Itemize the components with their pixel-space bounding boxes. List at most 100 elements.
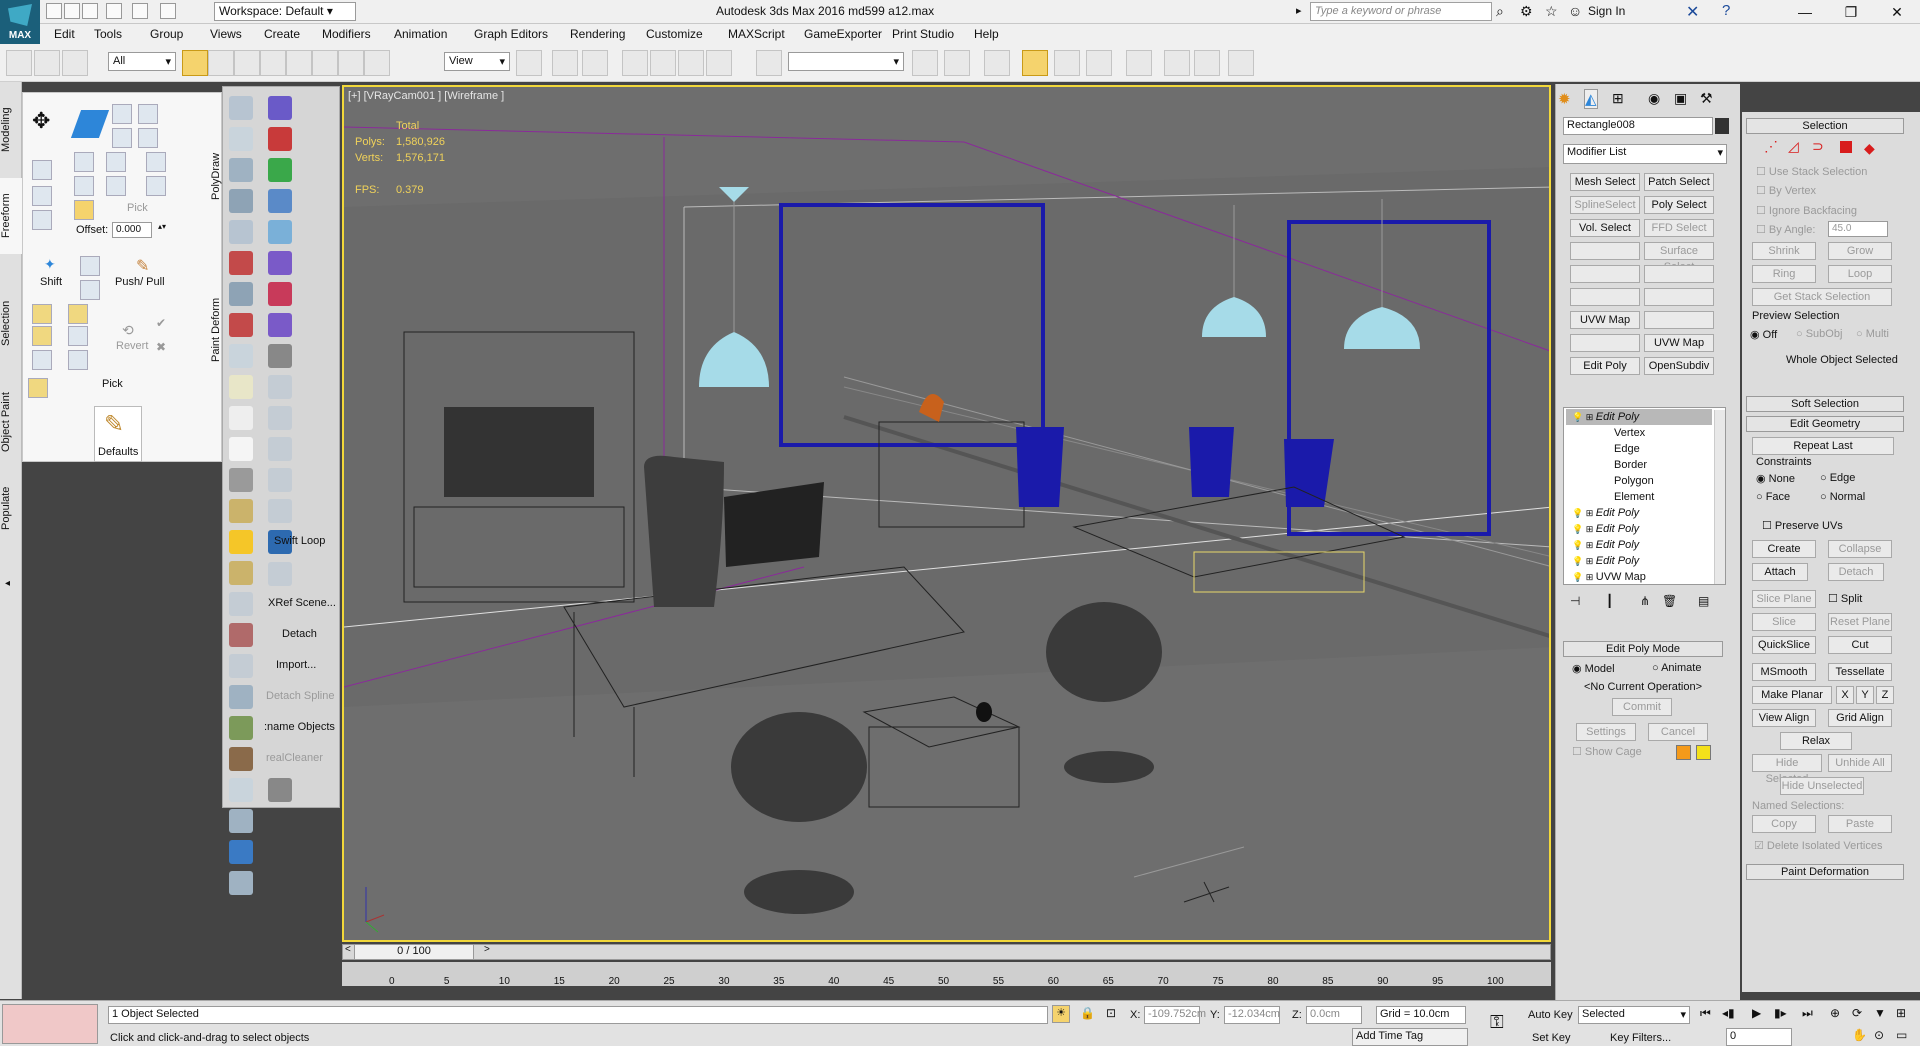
conform-target-icon[interactable] xyxy=(74,200,94,220)
strips-icon[interactable] xyxy=(74,176,94,196)
script-tool-icon[interactable] xyxy=(268,282,292,306)
element-mode-icon[interactable]: ◆ xyxy=(1864,140,1875,157)
save-file-icon[interactable] xyxy=(82,3,98,19)
object-color-swatch[interactable] xyxy=(1715,118,1729,134)
rectangle-region-icon[interactable] xyxy=(234,50,260,76)
empty-modifier-slot[interactable] xyxy=(1644,288,1714,306)
project-folder-icon[interactable] xyxy=(160,3,176,19)
toggle-ribbon-icon[interactable] xyxy=(1022,50,1048,76)
detach-script-button[interactable]: Detach xyxy=(282,628,317,640)
border-mode-icon[interactable]: ⊃ xyxy=(1812,138,1824,155)
search-expand-icon[interactable]: ▸ xyxy=(1296,4,1302,17)
use-stack-selection-checkbox[interactable]: ☐ Use Stack Selection xyxy=(1756,165,1867,178)
render-production-icon[interactable] xyxy=(1228,50,1254,76)
script-tool-icon[interactable] xyxy=(268,127,292,151)
y-coordinate-field[interactable]: -12.034cm xyxy=(1224,1006,1280,1024)
tab-populate[interactable]: Populate xyxy=(0,478,22,538)
schematic-view-icon[interactable] xyxy=(1086,50,1112,76)
modifier-list-dropdown[interactable]: Modifier List ▾ xyxy=(1563,144,1727,164)
script-tool-icon[interactable] xyxy=(268,406,292,430)
edit-named-selection-icon[interactable] xyxy=(756,50,782,76)
isolate-selection-icon[interactable]: ☀ xyxy=(1052,1005,1070,1023)
z-coordinate-field[interactable]: 0.0cm xyxy=(1306,1006,1362,1024)
app-logo[interactable]: MAX xyxy=(0,0,40,44)
stack-item[interactable]: Polygon xyxy=(1566,473,1712,489)
exchange-icon[interactable]: ✕ xyxy=(1686,2,1699,22)
zoom-extents-icon[interactable]: ⊕ xyxy=(1830,1006,1840,1020)
sphere-brush-icon[interactable] xyxy=(106,176,126,196)
unhide-all-button[interactable]: Unhide All xyxy=(1828,754,1892,772)
workspace-dropdown[interactable]: Workspace: Default ▾ xyxy=(214,2,356,21)
tab-modeling[interactable]: Modeling xyxy=(0,100,22,160)
reset-plane-button[interactable]: Reset Plane xyxy=(1828,613,1892,631)
modifier-toggle-icon[interactable]: 💡 ⊞ xyxy=(1572,412,1596,422)
time-slider-thumb[interactable]: 0 / 100 xyxy=(354,944,474,960)
script-tool-icon[interactable] xyxy=(268,499,292,523)
stack-item[interactable]: 💡 ⊞ Edit Poly xyxy=(1566,505,1712,521)
menu-help[interactable]: Help xyxy=(974,27,999,41)
script-tool-icon[interactable] xyxy=(229,375,253,399)
swift-loop-button[interactable]: Swift Loop xyxy=(274,535,325,547)
by-angle-checkbox[interactable]: ☐ By Angle: xyxy=(1756,223,1815,236)
swift-loop-icon[interactable] xyxy=(268,562,292,586)
walk-through-icon[interactable]: ⊙ xyxy=(1874,1028,1884,1042)
script-tool-icon[interactable] xyxy=(229,716,253,740)
script-tool-icon[interactable] xyxy=(229,778,253,802)
constraint-face-radio[interactable]: ○ Face xyxy=(1756,491,1790,503)
previous-frame-icon[interactable]: ◂▮ xyxy=(1722,1006,1735,1020)
extend-icon[interactable] xyxy=(138,104,158,124)
next-frame-icon[interactable]: ▮▸ xyxy=(1774,1006,1787,1020)
snaps-toggle-icon[interactable] xyxy=(622,50,648,76)
maximize-icon[interactable]: ❐ xyxy=(1836,2,1866,22)
pivot-center-icon[interactable] xyxy=(516,50,542,76)
auto-key-button[interactable]: Auto Key xyxy=(1528,1009,1573,1021)
script-tool-icon[interactable] xyxy=(229,747,253,771)
mirror-icon[interactable] xyxy=(912,50,938,76)
empty-modifier-slot[interactable] xyxy=(1644,265,1714,283)
optimize-icon[interactable] xyxy=(112,128,132,148)
minimize-icon[interactable]: — xyxy=(1790,2,1820,22)
shift-brush-icon[interactable]: ✦ xyxy=(44,256,56,273)
stack-scrollbar[interactable] xyxy=(1714,410,1725,584)
script-tool-icon[interactable] xyxy=(229,344,253,368)
maximize-viewport-icon[interactable]: ⊞ xyxy=(1896,1006,1906,1020)
detach-button[interactable]: Detach xyxy=(1828,563,1884,581)
tessellate-button[interactable]: Tessellate xyxy=(1828,663,1892,681)
object-name-field[interactable]: Rectangle008 xyxy=(1563,117,1713,135)
real-cleaner-button[interactable]: realCleaner xyxy=(266,752,323,764)
percent-snap-icon[interactable] xyxy=(678,50,704,76)
modifier-toggle-icon[interactable]: 💡 ⊞ xyxy=(1572,572,1596,582)
script-tool-icon[interactable] xyxy=(229,96,253,120)
view-align-button[interactable]: View Align xyxy=(1752,709,1816,727)
angle-snap-icon[interactable] xyxy=(650,50,676,76)
tab-object-paint[interactable]: Object Paint xyxy=(0,380,22,464)
perspective-viewport[interactable] xyxy=(342,85,1551,942)
show-cage-checkbox[interactable]: ☐ Show Cage xyxy=(1572,745,1642,758)
delete-isolated-checkbox[interactable]: ☑ Delete Isolated Vertices xyxy=(1754,839,1883,852)
redo-icon[interactable] xyxy=(132,3,148,19)
modify-tab-icon[interactable]: ◭ xyxy=(1584,89,1598,109)
select-scale-icon[interactable] xyxy=(338,50,364,76)
step-build-icon[interactable] xyxy=(112,104,132,124)
modifier-toggle-icon[interactable]: 💡 ⊞ xyxy=(1572,524,1596,534)
show-end-result-icon[interactable]: ┃ xyxy=(1606,594,1613,608)
patch-select-button[interactable]: Patch Select xyxy=(1644,173,1714,191)
repeat-last-button[interactable]: Repeat Last xyxy=(1752,437,1894,455)
hide-unselected-button[interactable]: Hide Unselected xyxy=(1780,777,1864,795)
configure-modifier-sets-icon[interactable]: ▤ xyxy=(1698,594,1709,608)
pan-view-icon[interactable]: ✋ xyxy=(1852,1028,1867,1042)
stack-item[interactable]: Border xyxy=(1566,457,1712,473)
script-tool-icon[interactable] xyxy=(229,220,253,244)
tab-selection[interactable]: Selection xyxy=(0,288,22,358)
modifier-toggle-icon[interactable]: 💡 ⊞ xyxy=(1572,540,1596,550)
script-tool-icon[interactable] xyxy=(229,809,253,833)
animate-radio[interactable]: ○ Animate xyxy=(1652,662,1701,674)
xref-scene-button[interactable]: XRef Scene... xyxy=(268,597,336,609)
menu-print-studio[interactable]: Print Studio xyxy=(892,27,954,41)
shift-rotate-icon[interactable] xyxy=(80,256,100,276)
vertex-mode-icon[interactable]: ⋰ xyxy=(1764,138,1778,155)
material-editor-icon[interactable] xyxy=(1126,50,1152,76)
window-crossing-icon[interactable] xyxy=(260,50,286,76)
copy-button[interactable]: Copy xyxy=(1752,815,1816,833)
planar-x-button[interactable]: X xyxy=(1836,686,1854,704)
